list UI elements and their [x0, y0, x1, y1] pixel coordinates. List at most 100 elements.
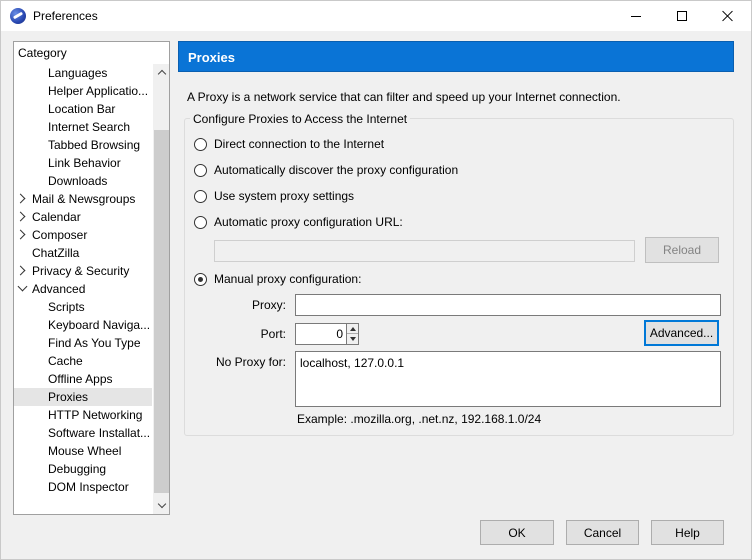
minimize-button[interactable]	[613, 1, 659, 31]
no-proxy-textarea[interactable]: localhost, 127.0.0.1	[295, 351, 721, 407]
category-item-label: Software Installat...	[48, 426, 151, 440]
radio-autodiscover-label[interactable]: Automatically discover the proxy configu…	[214, 163, 458, 177]
category-header[interactable]: Category	[18, 46, 67, 60]
auto-url-input[interactable]	[214, 240, 635, 262]
category-item-label: Find As You Type	[48, 336, 141, 350]
category-item-label: Internet Search	[48, 120, 131, 134]
category-item-label: Downloads	[48, 174, 108, 188]
help-button[interactable]: Help	[651, 520, 724, 545]
panel-description: A Proxy is a network service that can fi…	[187, 90, 621, 104]
category-item[interactable]: HTTP Networking	[14, 406, 152, 424]
category-item[interactable]: Scripts	[14, 298, 152, 316]
category-item-label: HTTP Networking	[48, 408, 143, 422]
category-item-label: Languages	[48, 66, 108, 80]
expanded-chevron-icon[interactable]	[17, 281, 28, 292]
category-item[interactable]: Software Installat...	[14, 424, 152, 442]
radio-system[interactable]: Use system proxy settings	[194, 188, 354, 204]
scroll-thumb[interactable]	[154, 130, 169, 493]
window-title: Preferences	[33, 9, 98, 23]
category-item[interactable]: Languages	[14, 64, 152, 82]
port-decrement-button[interactable]	[347, 334, 358, 344]
category-item[interactable]: Keyboard Naviga...	[14, 316, 152, 334]
close-icon	[722, 10, 734, 22]
category-item[interactable]: Calendar	[14, 208, 152, 226]
category-item[interactable]: DOM Inspector	[14, 478, 152, 496]
radio-manual-button[interactable]	[194, 272, 207, 286]
category-item[interactable]: Find As You Type	[14, 334, 152, 352]
category-item-label: Location Bar	[48, 102, 116, 116]
seamonkey-app-icon	[10, 8, 26, 24]
triangle-down-icon	[349, 337, 356, 341]
collapsed-chevron-icon[interactable]	[15, 193, 26, 204]
radio-direct[interactable]: Direct connection to the Internet	[194, 136, 384, 152]
port-label: Port:	[260, 327, 286, 341]
category-item-label: Mouse Wheel	[48, 444, 122, 458]
radio-system-label[interactable]: Use system proxy settings	[214, 189, 354, 203]
cancel-button[interactable]: Cancel	[566, 520, 639, 545]
ok-button[interactable]: OK	[480, 520, 554, 545]
radio-system-button[interactable]	[194, 189, 207, 203]
radio-autodiscover-button[interactable]	[194, 163, 207, 177]
category-item-label: Tabbed Browsing	[48, 138, 141, 152]
category-item[interactable]: Mouse Wheel	[14, 442, 152, 460]
category-item[interactable]: Advanced	[14, 280, 152, 298]
category-item-label: Offline Apps	[48, 372, 113, 386]
category-item-label: DOM Inspector	[48, 480, 129, 494]
category-item-label: Calendar	[32, 210, 81, 224]
advanced-button[interactable]: Advanced...	[644, 320, 719, 346]
no-proxy-example: Example: .mozilla.org, .net.nz, 192.168.…	[297, 412, 542, 426]
collapsed-chevron-icon[interactable]	[15, 229, 26, 240]
panel-header: Proxies	[178, 41, 734, 72]
maximize-button[interactable]	[659, 1, 705, 31]
category-item[interactable]: ChatZilla	[14, 244, 152, 262]
radio-manual-label[interactable]: Manual proxy configuration:	[214, 272, 361, 286]
chevron-up-icon	[157, 69, 166, 79]
category-item[interactable]: Link Behavior	[14, 154, 152, 172]
category-item[interactable]: Helper Applicatio...	[14, 82, 152, 100]
triangle-up-icon	[349, 326, 356, 331]
category-item[interactable]: Composer	[14, 226, 152, 244]
category-item[interactable]: Downloads	[14, 172, 152, 190]
port-increment-button[interactable]	[347, 324, 358, 334]
category-item-label: Debugging	[48, 462, 107, 476]
radio-auto-url-button[interactable]	[194, 215, 207, 229]
radio-direct-button[interactable]	[194, 137, 207, 151]
reload-button[interactable]: Reload	[645, 237, 719, 263]
radio-auto-url[interactable]: Automatic proxy configuration URL:	[194, 214, 403, 230]
category-item-label: ChatZilla	[32, 246, 80, 260]
category-item-label: Cache	[48, 354, 83, 368]
scroll-down-button[interactable]	[153, 497, 169, 514]
radio-manual[interactable]: Manual proxy configuration:	[194, 271, 361, 287]
port-spinner[interactable]	[347, 323, 359, 345]
category-item[interactable]: Debugging	[14, 460, 152, 478]
minimize-icon	[631, 15, 641, 17]
category-item[interactable]: Privacy & Security	[14, 262, 152, 280]
collapsed-chevron-icon[interactable]	[15, 265, 26, 276]
scroll-up-button[interactable]	[153, 64, 169, 81]
category-item[interactable]: Location Bar	[14, 100, 152, 118]
category-item[interactable]: Cache	[14, 352, 152, 370]
maximize-icon	[677, 11, 687, 21]
category-item[interactable]: Mail & Newsgroups	[14, 190, 152, 208]
group-label: Configure Proxies to Access the Internet	[190, 112, 411, 126]
port-input[interactable]: 0	[295, 323, 347, 345]
category-item-label: Proxies	[48, 390, 89, 404]
proxy-input[interactable]	[295, 294, 721, 316]
category-item[interactable]: Internet Search	[14, 118, 152, 136]
radio-autodiscover[interactable]: Automatically discover the proxy configu…	[194, 162, 458, 178]
radio-auto-url-label[interactable]: Automatic proxy configuration URL:	[214, 215, 403, 229]
category-item-label: Advanced	[32, 282, 86, 296]
category-item-label: Link Behavior	[48, 156, 121, 170]
category-item-label: Composer	[32, 228, 88, 242]
category-tree[interactable]: Category Languages Helper Applicatio... Lo…	[13, 41, 170, 515]
category-item[interactable]: Tabbed Browsing	[14, 136, 152, 154]
chevron-down-icon	[157, 499, 166, 509]
category-item-label: Helper Applicatio...	[48, 84, 149, 98]
category-list: Languages Helper Applicatio... Location Ba…	[14, 64, 152, 496]
radio-direct-label[interactable]: Direct connection to the Internet	[214, 137, 384, 151]
collapsed-chevron-icon[interactable]	[15, 211, 26, 222]
close-button[interactable]	[705, 1, 751, 31]
category-item[interactable]: Proxies	[14, 388, 152, 406]
category-scrollbar[interactable]	[153, 64, 169, 514]
category-item[interactable]: Offline Apps	[14, 370, 152, 388]
